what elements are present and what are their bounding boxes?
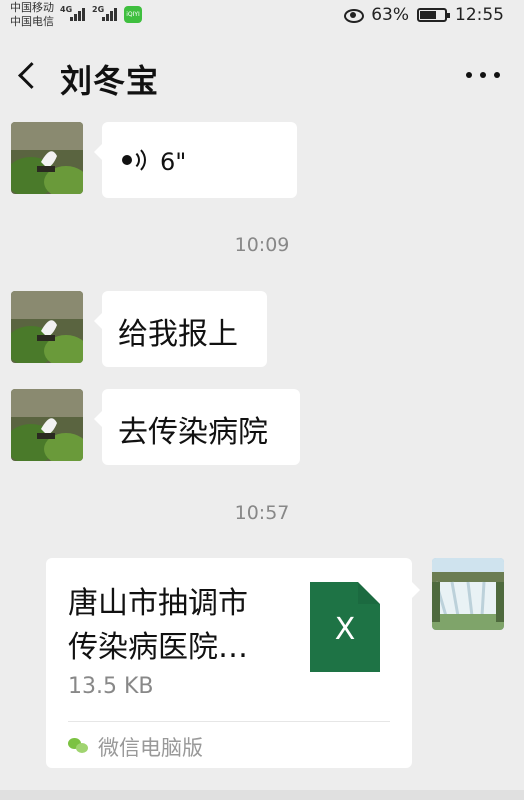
divider bbox=[68, 721, 390, 722]
carrier-2-label: 中国电信 bbox=[10, 15, 54, 28]
file-message-card[interactable]: 唐山市抽调市 传染病医院… 13.5 KB X 微信电脑版 bbox=[46, 558, 420, 768]
file-name-line-2: 传染病医院… bbox=[68, 630, 248, 665]
message-text: 去传染病院 bbox=[118, 415, 268, 450]
excel-file-icon: X bbox=[310, 582, 380, 672]
signal-1-icon bbox=[70, 7, 88, 21]
voice-wave-icon bbox=[122, 145, 150, 175]
battery-icon bbox=[417, 8, 450, 22]
chat-header: 刘冬宝 bbox=[0, 38, 524, 112]
message-timestamp: 10:57 bbox=[234, 502, 290, 524]
file-name: 唐山市抽调市 传染病医院… bbox=[68, 582, 298, 670]
battery-percent: 63% bbox=[371, 5, 409, 25]
my-avatar[interactable] bbox=[432, 558, 504, 630]
text-message-bubble[interactable]: 去传染病院 bbox=[94, 389, 300, 465]
contact-avatar[interactable] bbox=[11, 122, 83, 194]
bottom-input-bar-edge bbox=[0, 790, 524, 800]
signal-2-icon bbox=[102, 7, 120, 21]
eye-comfort-icon bbox=[343, 8, 365, 23]
status-right-group: 63% 12:55 bbox=[343, 5, 504, 25]
voice-duration: 6" bbox=[160, 148, 187, 176]
excel-icon-letter: X bbox=[334, 612, 356, 647]
file-size: 13.5 KB bbox=[68, 674, 154, 699]
file-source-label: 微信电脑版 bbox=[98, 736, 203, 760]
carrier-1-label: 中国移动 bbox=[10, 1, 54, 14]
app-notification-icon: iQIYI bbox=[124, 6, 142, 23]
contact-avatar[interactable] bbox=[11, 291, 83, 363]
more-dots-icon[interactable] bbox=[466, 72, 502, 80]
wechat-icon bbox=[68, 736, 88, 754]
status-time: 12:55 bbox=[455, 5, 504, 25]
chat-title: 刘冬宝 bbox=[60, 62, 160, 100]
message-timestamp: 10:09 bbox=[234, 234, 290, 256]
status-bar: 中国移动 中国电信 4G 2G iQIYI 63% 12:55 bbox=[0, 0, 524, 30]
voice-message-bubble[interactable]: 6" bbox=[94, 122, 297, 198]
contact-avatar[interactable] bbox=[11, 389, 83, 461]
file-name-line-1: 唐山市抽调市 bbox=[68, 586, 248, 621]
chevron-left-icon[interactable] bbox=[16, 60, 38, 90]
text-message-bubble[interactable]: 给我报上 bbox=[94, 291, 267, 367]
message-text: 给我报上 bbox=[118, 317, 238, 352]
